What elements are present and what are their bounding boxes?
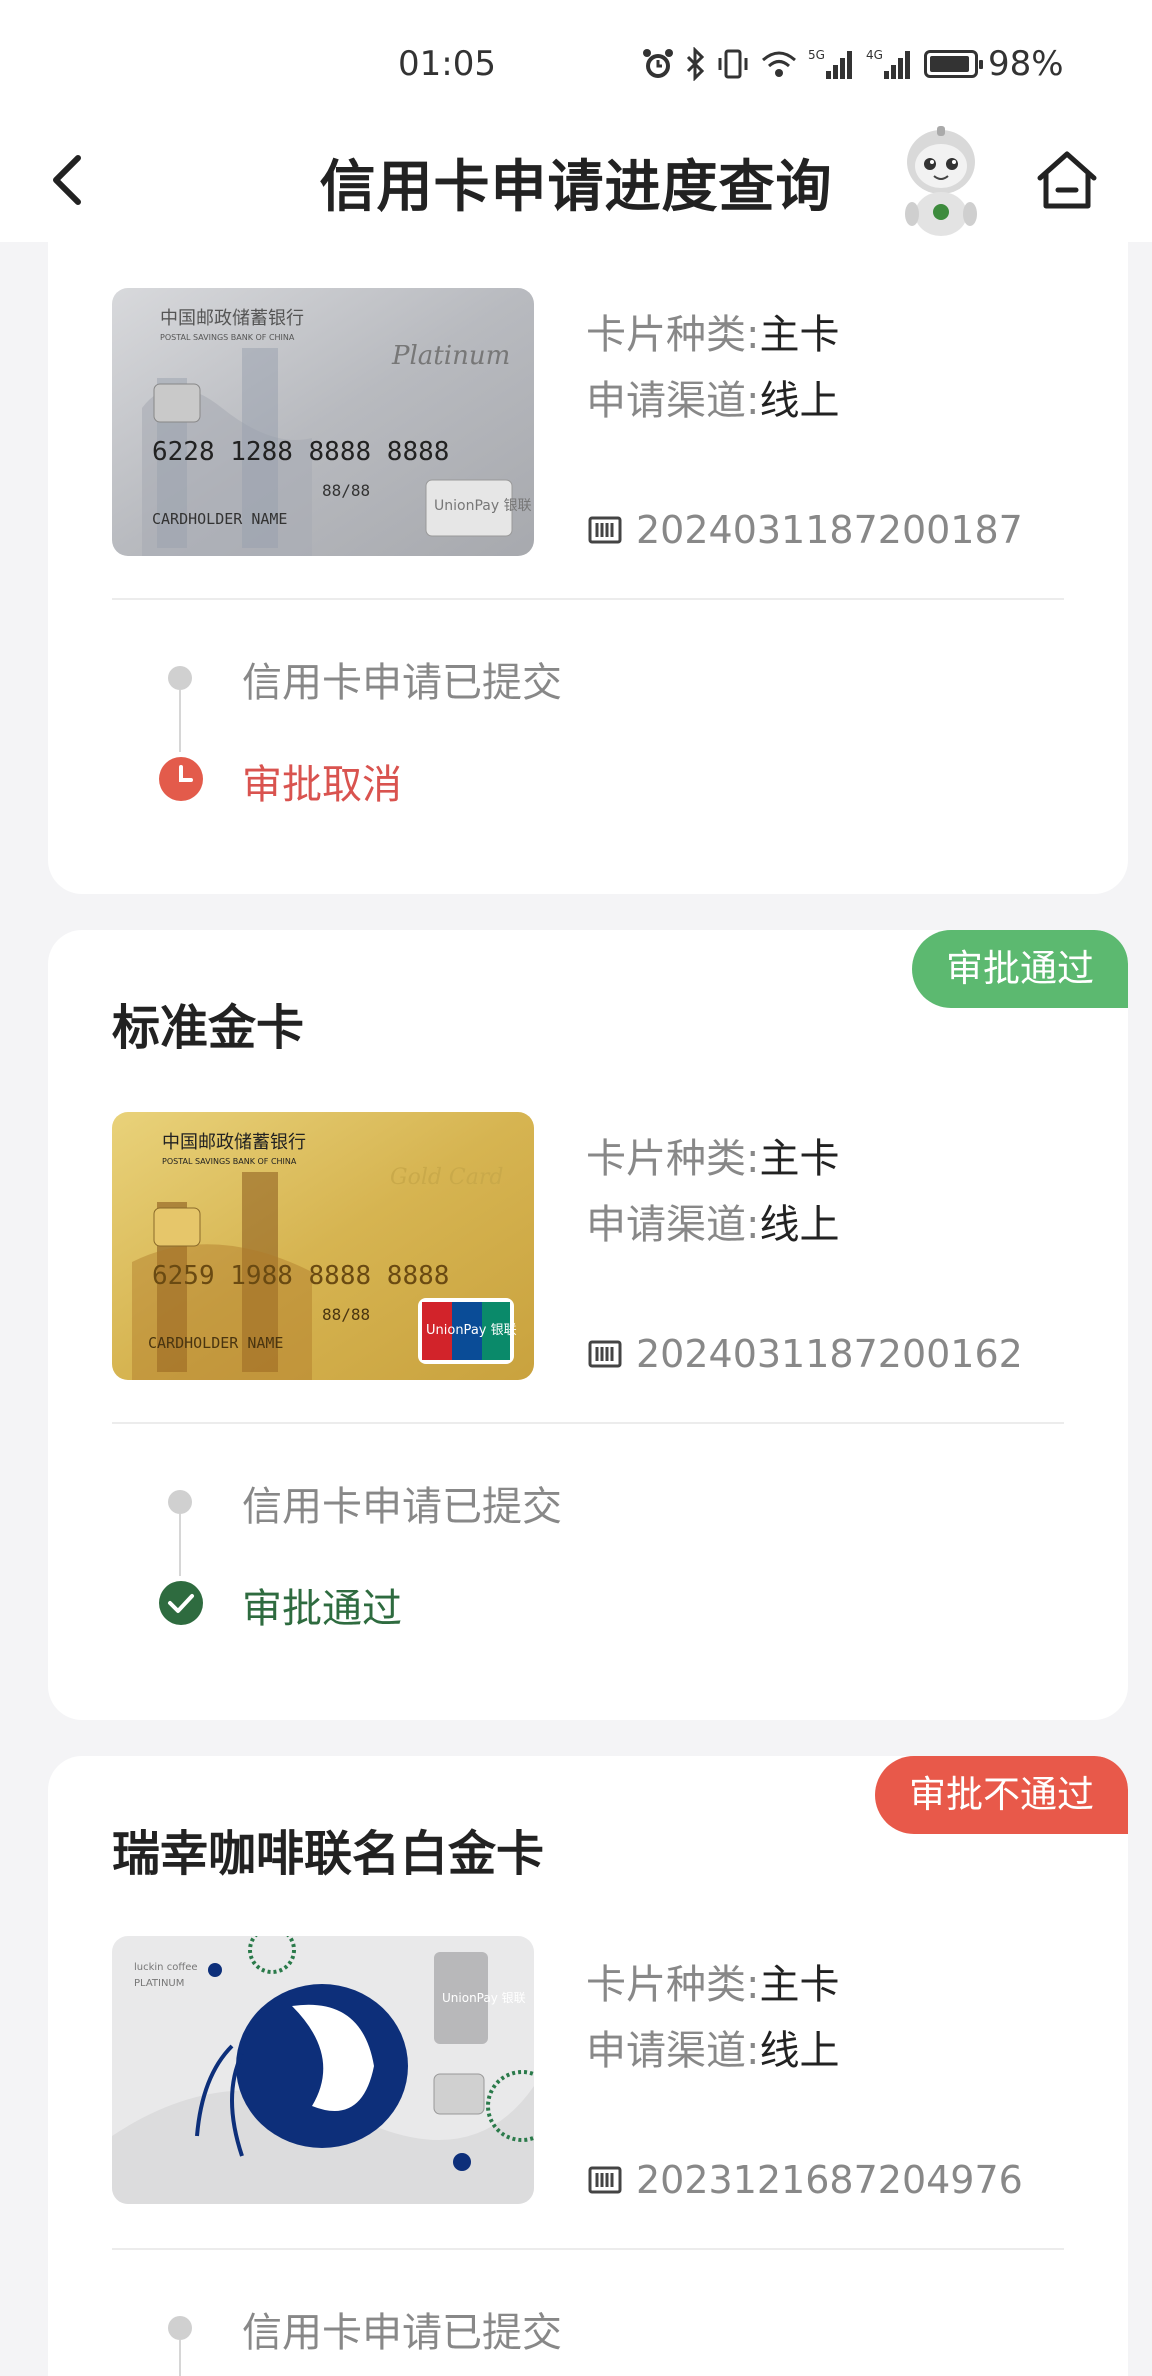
application-number-text: 2024031187200187 [636,508,1023,552]
card-tier: Gold Card [390,1165,503,1190]
application-number-text: 2024031187200162 [636,1332,1023,1376]
card-tier: Platinum [391,341,510,371]
application-card[interactable]: 审批不通过 瑞幸咖啡联名白金卡 UnionPay 银联 luckin coffe… [48,1756,1128,2376]
card-expiry: 88/88 [322,1305,370,1324]
timeline-step-submitted: 信用卡申请已提交 [242,2310,562,2356]
card-holder: CARDHOLDER NAME [152,510,287,528]
card-type-label: 卡片种类: [586,1136,760,1182]
card-info: 卡片种类:主卡 申请渠道:线上 [586,1126,839,1258]
bluetooth-icon [686,47,705,81]
barcode-icon [588,516,622,544]
card-bank-name-en: POSTAL SAVINGS BANK OF CHINA [160,333,295,342]
card-type-value: 主卡 [759,1136,840,1182]
card-tier: PLATINUM [134,1978,184,1989]
4g-signal-icon: 4G [866,48,910,79]
timeline-line [179,2340,181,2376]
card-type-value: 主卡 [759,1962,840,2008]
channel-label: 申请渠道: [586,1202,760,1248]
svg-text:4G: 4G [866,48,883,62]
card-image-luckin: UnionPay 银联 luckin coffee PLATINUM [112,1936,534,2204]
card-number: 6259 1988 8888 8888 [152,1261,449,1291]
application-number: 2024031187200187 [588,508,1023,552]
channel-value: 线上 [759,1202,840,1248]
card-title: 瑞幸咖啡联名白金卡 [112,1826,545,1882]
timeline-line [179,1514,181,1576]
card-info: 卡片种类:主卡 申请渠道:线上 [586,1952,839,2084]
nav-bar: 信用卡申请进度查询 [0,120,1152,242]
status-bar: 01:05 5G 4G 98% [0,0,1152,120]
timeline-step-submitted: 信用卡申请已提交 [242,660,562,706]
timeline-line [179,690,181,752]
card-type-value: 主卡 [759,312,840,358]
card-type-label: 卡片种类: [586,1962,760,2008]
channel-label: 申请渠道: [586,378,760,424]
wifi-icon [762,51,796,77]
channel-label: 申请渠道: [586,2028,760,2074]
timeline-step-submitted: 信用卡申请已提交 [242,1484,562,1530]
timeline-dot [168,666,192,690]
divider [112,2248,1064,2250]
card-image-gold: 中国邮政储蓄银行 POSTAL SAVINGS BANK OF CHINA Go… [112,1112,534,1380]
card-brand: luckin coffee [134,1962,198,1973]
svg-text:5G: 5G [808,48,825,62]
timeline-dot [168,2316,192,2340]
vibrate-icon [718,49,748,79]
card-holder: CARDHOLDER NAME [148,1334,283,1352]
battery-icon [924,50,983,78]
channel-value: 线上 [759,2028,840,2074]
card-network: UnionPay 银联 [442,1991,526,2005]
application-number-text: 2023121687204976 [636,2158,1023,2202]
mascot-avatar[interactable] [888,122,994,240]
clock-icon [159,757,203,801]
card-network: UnionPay 银联 [434,498,532,514]
card-title: 标准金卡 [112,1000,305,1056]
divider [112,1422,1064,1424]
card-network: UnionPay 银联 [426,1323,517,1338]
card-bank-name: 中国邮政储蓄银行 [162,1132,306,1153]
card-type-label: 卡片种类: [586,312,760,358]
channel-value: 线上 [759,378,840,424]
application-list[interactable]: 中国邮政储蓄银行 POSTAL SAVINGS BANK OF CHINA Pl… [0,242,1152,2376]
battery-percent: 98% [988,44,1064,84]
card-number: 6228 1288 8888 8888 [152,437,449,467]
application-card[interactable]: 审批通过 标准金卡 中国邮政储蓄银行 POSTAL SAVINGS BANK O… [48,930,1128,1720]
alarm-icon [643,49,673,78]
status-badge: 审批通过 [912,930,1128,1008]
home-icon[interactable] [1032,144,1102,216]
timeline-dot [168,1490,192,1514]
divider [112,598,1064,600]
card-bank-name-en: POSTAL SAVINGS BANK OF CHINA [162,1157,297,1166]
application-number: 2024031187200162 [588,1332,1023,1376]
timeline-step-cancelled: 审批取消 [242,762,402,808]
5g-signal-icon: 5G [808,48,852,79]
application-number: 2023121687204976 [588,2158,1023,2202]
status-icons: 5G 4G 98% [642,44,1064,84]
status-time: 01:05 [398,44,496,84]
barcode-icon [588,1340,622,1368]
card-info: 卡片种类:主卡 申请渠道:线上 [586,302,839,434]
application-card[interactable]: 中国邮政储蓄银行 POSTAL SAVINGS BANK OF CHINA Pl… [48,242,1128,894]
card-bank-name: 中国邮政储蓄银行 [160,308,304,329]
card-image-platinum: 中国邮政储蓄银行 POSTAL SAVINGS BANK OF CHINA Pl… [112,288,534,556]
timeline-step-approved: 审批通过 [242,1586,402,1632]
barcode-icon [588,2166,622,2194]
status-badge: 审批不通过 [875,1756,1128,1834]
check-circle-icon [159,1581,203,1625]
card-expiry: 88/88 [322,481,370,500]
